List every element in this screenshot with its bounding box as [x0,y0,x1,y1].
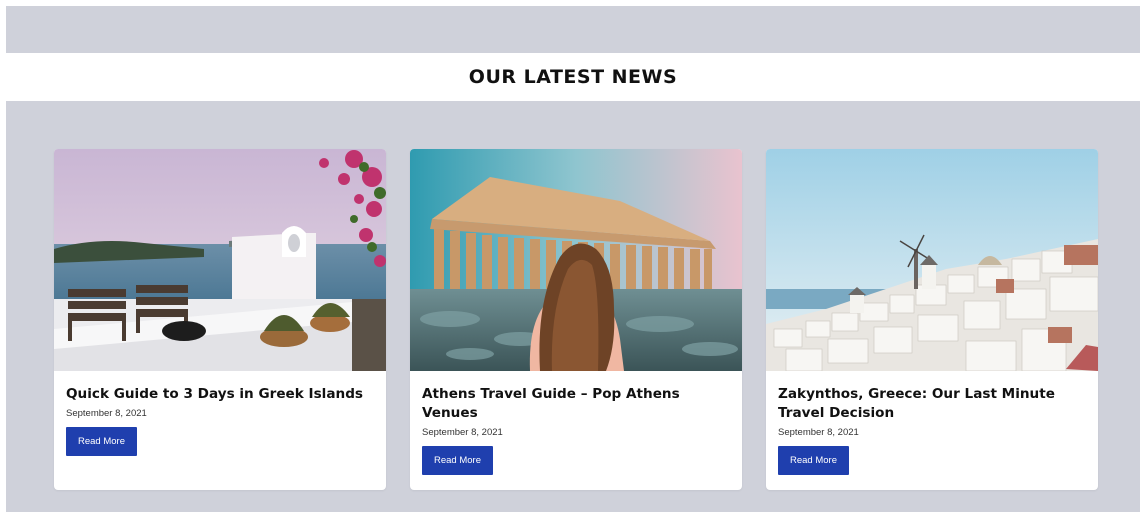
read-more-button[interactable]: Read More [66,427,137,456]
post-title[interactable]: Athens Travel Guide – Pop Athens Venues [422,385,730,423]
post-date: September 8, 2021 [422,427,503,438]
section-title: OUR LATEST NEWS [468,66,678,88]
top-band [6,6,1140,53]
post-date: September 8, 2021 [66,408,147,419]
post-title[interactable]: Zakynthos, Greece: Our Last Minute Trave… [778,385,1086,423]
card-body: Zakynthos, Greece: Our Last Minute Trave… [766,371,1098,475]
post-date: September 8, 2021 [778,427,859,438]
post-title[interactable]: Quick Guide to 3 Days in Greek Islands [66,385,374,404]
section-header: OUR LATEST NEWS [6,53,1140,101]
news-grid: Quick Guide to 3 Days in Greek Islands S… [6,101,1140,512]
read-more-button[interactable]: Read More [778,446,849,475]
greek-islands-image[interactable] [54,149,386,371]
news-card-greek-islands: Quick Guide to 3 Days in Greek Islands S… [54,149,386,490]
news-card-zakynthos: Zakynthos, Greece: Our Last Minute Trave… [766,149,1098,490]
card-body: Quick Guide to 3 Days in Greek Islands S… [54,371,386,456]
athens-parthenon-image[interactable] [410,149,742,371]
card-body: Athens Travel Guide – Pop Athens Venues … [410,371,742,475]
read-more-button[interactable]: Read More [422,446,493,475]
zakynthos-village-image[interactable] [766,149,1098,371]
news-page: OUR LATEST NEWS Quick Guide to 3 Days in… [0,0,1140,512]
news-card-athens: Athens Travel Guide – Pop Athens Venues … [410,149,742,490]
